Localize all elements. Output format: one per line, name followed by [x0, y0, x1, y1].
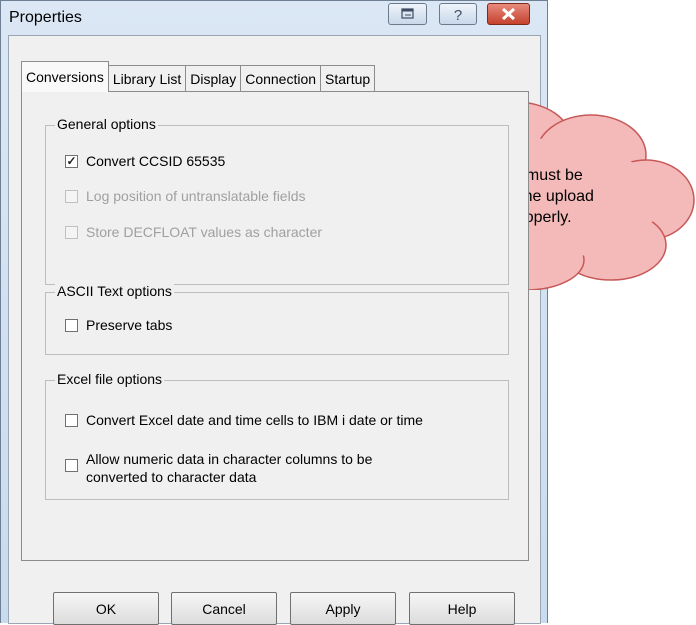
store-decfloat-checkbox [65, 226, 78, 239]
restore-button[interactable] [388, 3, 427, 25]
convert-excel-date-checkbox[interactable] [65, 414, 78, 427]
conversions-tab-page: General options Convert CCSID 65535 Log … [21, 91, 529, 561]
ascii-text-options-group: ASCII Text options Preserve tabs [45, 283, 509, 355]
preserve-tabs-checkbox[interactable] [65, 319, 78, 332]
tab-strip: Conversions Library List Display Connect… [21, 61, 376, 92]
window-title: Properties [9, 9, 82, 26]
log-position-option: Log position of untranslatable fields [65, 188, 305, 204]
question-icon: ? [454, 7, 462, 24]
close-icon [501, 7, 516, 21]
general-options-group: General options Convert CCSID 65535 Log … [45, 116, 509, 285]
tab-conversions[interactable]: Conversions [21, 61, 109, 92]
allow-numeric-data-checkbox[interactable] [65, 459, 78, 472]
convert-ccsid-label: Convert CCSID 65535 [86, 153, 226, 169]
log-position-label: Log position of untranslatable fields [86, 188, 306, 204]
convert-ccsid-option[interactable]: Convert CCSID 65535 [65, 153, 225, 169]
cancel-button[interactable]: Cancel [171, 592, 277, 625]
tab-display[interactable]: Display [185, 65, 242, 92]
dialog-client-area: Conversions Library List Display Connect… [8, 35, 541, 625]
help-title-button[interactable]: ? [439, 3, 477, 25]
ascii-text-options-legend: ASCII Text options [55, 283, 174, 299]
preserve-tabs-option[interactable]: Preserve tabs [65, 317, 172, 333]
apply-button[interactable]: Apply [290, 592, 396, 625]
convert-excel-date-label: Convert Excel date and time cells to IBM… [86, 412, 423, 428]
allow-numeric-data-label-line1: Allow numeric data in character columns … [86, 451, 373, 467]
tab-library-list[interactable]: Library List [107, 65, 187, 92]
store-decfloat-label: Store DECFLOAT values as character [86, 224, 323, 240]
convert-ccsid-checkbox[interactable] [65, 155, 78, 168]
close-button[interactable] [487, 3, 530, 25]
general-options-legend: General options [55, 116, 158, 132]
preserve-tabs-label: Preserve tabs [86, 317, 173, 333]
restore-icon [401, 8, 414, 19]
excel-file-options-group: Excel file options Convert Excel date an… [45, 371, 509, 500]
title-bar[interactable]: Properties ? [1, 1, 547, 35]
allow-numeric-data-option[interactable]: Allow numeric data in character columns … [65, 450, 372, 486]
convert-excel-date-option[interactable]: Convert Excel date and time cells to IBM… [65, 412, 423, 428]
help-button[interactable]: Help [409, 592, 515, 625]
excel-file-options-legend: Excel file options [55, 371, 165, 387]
tab-connection[interactable]: Connection [240, 65, 322, 92]
log-position-checkbox [65, 190, 78, 203]
properties-window: Properties ? Conversions Library List Di… [0, 0, 548, 625]
svg-text:?: ? [454, 7, 462, 24]
ok-button[interactable]: OK [53, 592, 159, 625]
allow-numeric-data-label-line2: converted to character data [86, 469, 257, 485]
allow-numeric-data-label: Allow numeric data in character columns … [86, 450, 372, 486]
store-decfloat-option: Store DECFLOAT values as character [65, 224, 322, 240]
tab-startup[interactable]: Startup [320, 65, 376, 92]
